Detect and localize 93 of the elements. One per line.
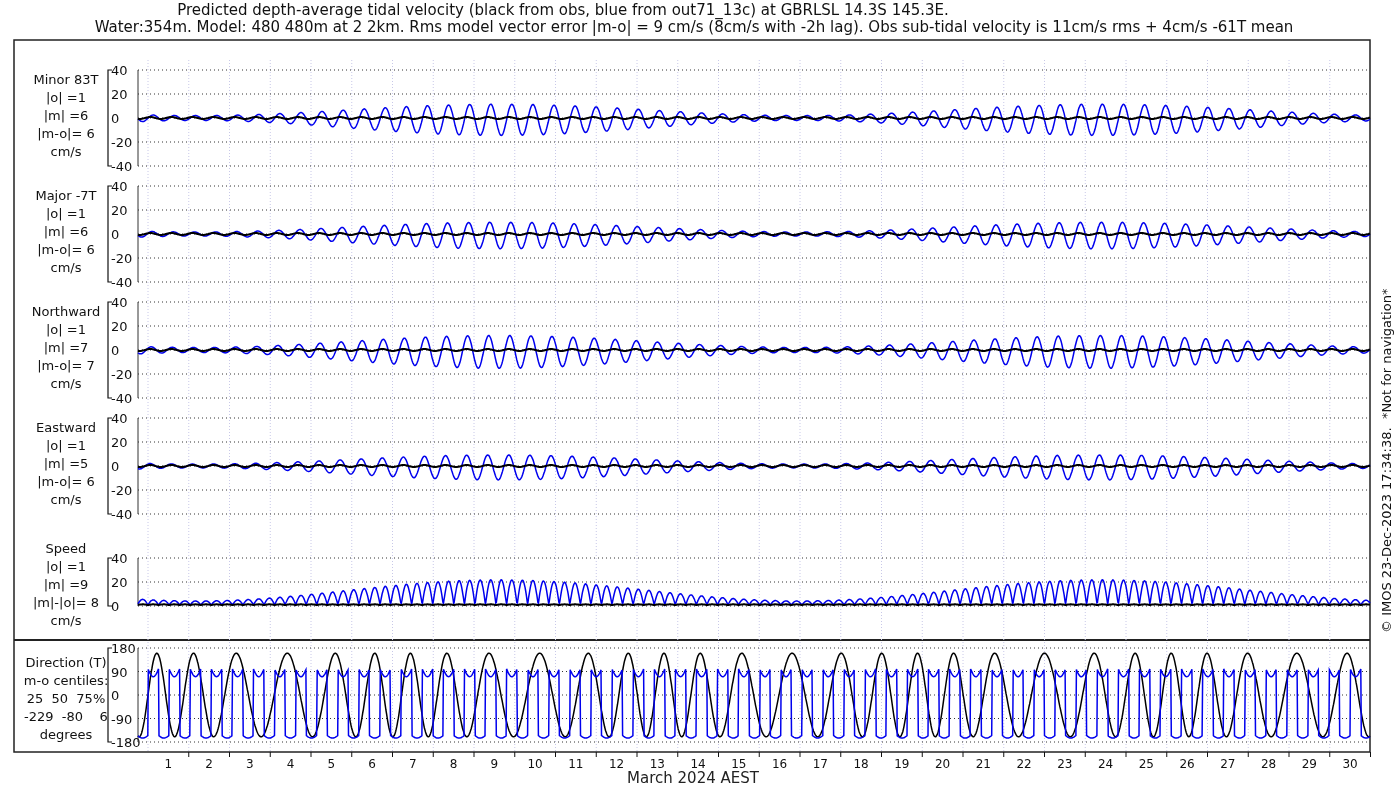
tick-label: 20 <box>111 203 128 218</box>
tick-label: 27 <box>1220 757 1236 771</box>
tick-label: 40 <box>111 551 128 566</box>
panel-label: cm/s <box>50 492 82 507</box>
axis-title: March 2024 AEST <box>627 769 759 787</box>
panel-label: degrees <box>39 727 93 742</box>
panel-label: Eastward <box>36 420 96 435</box>
copyright-notice: © IMOS 23-Dec-2023 17:34:38. *Not for navigation* <box>1379 288 1394 633</box>
panel-label: |m-o|= 6 <box>37 126 95 141</box>
panel-label: -229 -80 6 <box>24 709 108 724</box>
panel-label: |m-o|= 7 <box>37 358 95 373</box>
tick-label: 40 <box>111 179 128 194</box>
panel-label: |o| =1 <box>46 90 86 105</box>
tick-label: 0 <box>111 227 120 242</box>
panel-label: |m| =6 <box>43 224 89 239</box>
tick-label: 22 <box>1016 757 1032 771</box>
tick-label: 25 <box>1138 757 1154 771</box>
tick-label: 12 <box>609 757 625 771</box>
tick-label: 1 <box>164 757 173 771</box>
tick-label: 0 <box>111 688 120 703</box>
panel-label: |o| =1 <box>46 559 86 574</box>
tick-label: -40 <box>111 159 133 174</box>
tick-label: 9 <box>490 757 499 771</box>
panel-label: |m| =9 <box>43 577 89 592</box>
tick-label: -20 <box>111 251 133 266</box>
tick-label: 10 <box>527 757 543 771</box>
tick-label: 15 <box>731 757 747 771</box>
panel-label: Minor 83T <box>33 72 99 87</box>
tick-label: 17 <box>812 757 828 771</box>
panel-label: cm/s <box>50 376 82 391</box>
tick-label: 20 <box>111 87 128 102</box>
tick-label: 20 <box>111 319 128 334</box>
tick-label: 40 <box>111 295 128 310</box>
tick-label: 5 <box>327 757 336 771</box>
tick-label: 6 <box>368 757 376 771</box>
tick-label: 20 <box>111 435 128 450</box>
tick-label: 11 <box>568 757 584 771</box>
tick-label: -90 <box>111 711 133 727</box>
tick-label: 29 <box>1301 757 1317 771</box>
tick-label: 14 <box>690 757 706 771</box>
tick-label: 8 <box>449 757 458 771</box>
tick-label: -180 <box>111 735 141 750</box>
tick-label: 19 <box>894 757 910 771</box>
panel-label: Speed <box>45 541 87 556</box>
tick-label: 2 <box>205 757 213 771</box>
tick-label: 20 <box>111 575 128 590</box>
tick-label: 4 <box>286 757 295 771</box>
panel-label: Direction (T) <box>25 655 107 670</box>
chart-title: Predicted depth-average tidal velocity (black from obs, blue from out71_13c) at GBRLSL 14.3S 145.3E. <box>177 1 949 19</box>
tick-label: 20 <box>935 757 951 771</box>
tick-label: 180 <box>111 641 136 656</box>
tick-label: 3 <box>246 757 254 771</box>
panel-label: |m-o|= 6 <box>37 474 95 489</box>
panel-label: |m|-|o|= 8 <box>32 595 100 610</box>
panel-label: Northward <box>31 304 101 319</box>
tick-label: 24 <box>1098 757 1114 771</box>
tick-label: 7 <box>409 757 417 771</box>
tick-label: -20 <box>111 135 133 150</box>
y-axis <box>107 557 113 607</box>
tick-label: 0 <box>111 111 120 126</box>
tick-label: 28 <box>1261 757 1277 771</box>
panel-label: cm/s <box>50 613 82 628</box>
tick-label: 0 <box>111 459 120 474</box>
tick-label: 18 <box>853 757 869 771</box>
panel-label: |o| =1 <box>46 322 86 337</box>
tick-label: 21 <box>975 757 991 771</box>
panel-label: |o| =1 <box>46 438 86 453</box>
tick-label: -20 <box>111 483 133 498</box>
panel-label: 25 50 75% <box>26 691 106 706</box>
tick-label: -40 <box>111 507 133 522</box>
tick-label: 13 <box>649 757 665 771</box>
panel-label: m-o centiles: <box>23 673 109 688</box>
panel-label: |o| =1 <box>46 206 86 221</box>
tick-label: -40 <box>111 391 133 406</box>
panel-label: Major -7T <box>35 188 97 203</box>
tick-label: 0 <box>111 343 120 358</box>
tick-label: 90 <box>111 664 128 680</box>
tick-label: 23 <box>1057 757 1073 771</box>
chart-subtitle: Water:354m. Model: 480 480m at 2 2km. Rms model vector error |m-o| = 9 cm/s (8cm/s with -2h lag). Obs sub-tidal velocity is 11cm/s rms + 4cm/s -61T mean <box>94 18 1294 36</box>
tick-label: 16 <box>772 757 788 771</box>
tick-label: -20 <box>111 367 133 382</box>
panel-label: cm/s <box>50 144 82 159</box>
panel-label: |m-o|= 6 <box>37 242 95 257</box>
tick-label: 26 <box>1179 757 1195 771</box>
tick-label: 0 <box>111 599 120 614</box>
tick-label: 40 <box>111 63 128 78</box>
tick-label: 40 <box>111 411 128 426</box>
tick-label: 30 <box>1342 757 1358 771</box>
tick-label: -40 <box>111 275 133 290</box>
panel-label: cm/s <box>50 260 82 275</box>
panel-label: |m| =5 <box>43 456 89 471</box>
panel-label: |m| =7 <box>43 340 89 355</box>
panel-label: |m| =6 <box>43 108 89 123</box>
